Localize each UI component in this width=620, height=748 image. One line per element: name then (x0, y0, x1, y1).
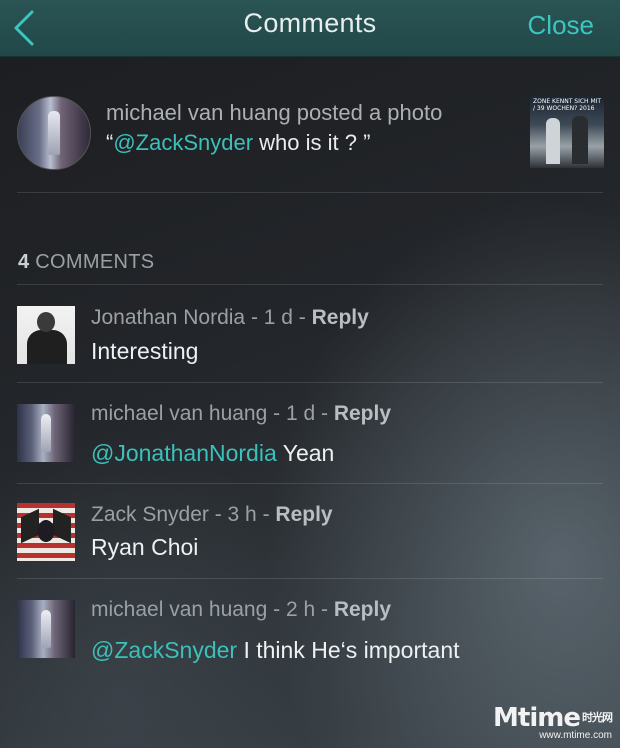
reply-button[interactable]: Reply (334, 598, 391, 621)
reply-button[interactable]: Reply (275, 503, 332, 526)
mention-link[interactable]: @ZackSnyder (91, 637, 237, 663)
comment-text: Ryan Choi (91, 534, 199, 560)
avatar[interactable] (17, 404, 75, 462)
close-button[interactable]: Close (528, 10, 594, 41)
post-author-line: michael van huang posted a photo (106, 100, 443, 125)
avatar[interactable] (17, 600, 75, 658)
nav-header: Comments Close (0, 0, 620, 57)
mention-link[interactable]: @ZackSnyder (113, 130, 253, 155)
avatar[interactable] (17, 503, 75, 561)
post-summary: michael van huang posted a photo “@ZackS… (0, 60, 620, 192)
reply-button[interactable]: Reply (312, 306, 369, 329)
post-caption: “@ZackSnyder who is it ? ” (106, 130, 370, 156)
avatar[interactable] (17, 306, 75, 364)
thumbnail-text: ZONE KENNT SICH MIT / 39 WOCHEN? 2016 (533, 98, 602, 112)
comment-meta: Zack Snyder - 3 h - Reply (91, 503, 333, 526)
comments-count: 4 COMMENTS (18, 251, 155, 273)
watermark: Mtime 时光网 www.mtime.com (493, 703, 613, 742)
comment-item: michael van huang - 1 d - Reply @Jonatha… (0, 382, 620, 482)
photo-thumbnail[interactable]: ZONE KENNT SICH MIT / 39 WOCHEN? 2016 (530, 96, 604, 168)
comment-meta: michael van huang - 1 d - Reply (91, 402, 391, 425)
comment-item: michael van huang - 2 h - Reply @ZackSny… (0, 578, 620, 678)
watermark-logo: Mtime 时光网 (493, 703, 613, 733)
comment-meta: Jonathan Nordia - 1 d - Reply (91, 306, 369, 329)
caption-text: who is it ? ” (253, 130, 371, 155)
comment-meta: michael van huang - 2 h - Reply (91, 598, 391, 621)
comment-text: @ZackSnyder I think He‘s important (91, 637, 460, 663)
author-avatar[interactable] (17, 96, 91, 170)
comment-item: Zack Snyder - 3 h - Reply Ryan Choi (0, 483, 620, 577)
comment-item: Jonathan Nordia - 1 d - Reply Interestin… (0, 284, 620, 382)
comment-text: Interesting (91, 338, 199, 364)
mention-link[interactable]: @JonathanNordia (91, 440, 277, 466)
divider (17, 192, 603, 193)
comment-text: @JonathanNordia Yean (91, 440, 335, 466)
reply-button[interactable]: Reply (334, 402, 391, 425)
